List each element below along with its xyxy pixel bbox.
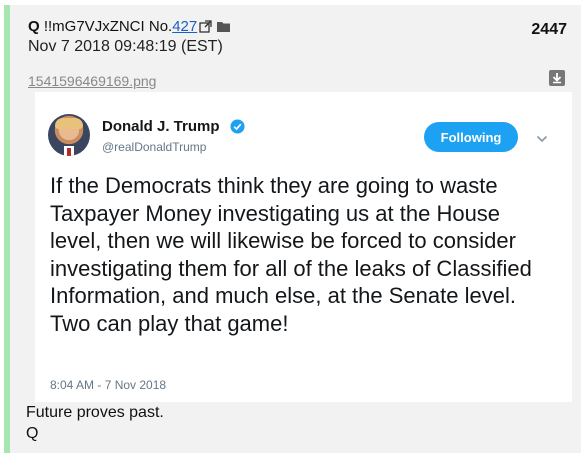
image-filename-link[interactable]: 1541596469169.png <box>28 73 156 89</box>
comment-line-2: Q <box>26 425 39 442</box>
tripcode: !!mG7VJxZNCI <box>43 18 145 35</box>
post-header: Q !!mG7VJxZNCI No.427 <box>28 18 231 38</box>
following-button[interactable]: Following <box>424 122 518 152</box>
tweet-handle: @realDonaldTrump <box>102 140 207 154</box>
external-link-icon[interactable] <box>199 20 212 38</box>
post-number: 2447 <box>531 21 567 38</box>
post-no-label: No. <box>148 18 173 35</box>
tweet-timestamp: 8:04 AM - 7 Nov 2018 <box>50 378 167 392</box>
folder-icon[interactable] <box>216 20 231 38</box>
post-container: Q !!mG7VJxZNCI No.427 2447 Nov 7 2018 09… <box>4 5 581 453</box>
tweet-image: Donald J. Trump @realDonaldTrump Followi… <box>35 92 572 402</box>
download-icon[interactable] <box>549 70 565 86</box>
comment-line-1: Future proves past. <box>26 404 164 421</box>
post-no-link[interactable]: 427 <box>172 18 197 35</box>
post-comment: Future proves past. Q <box>26 402 164 444</box>
post-datetime: Nov 7 2018 09:48:19 (EST) <box>28 38 223 55</box>
avatar <box>48 114 90 156</box>
tweet-display-name: Donald J. Trump <box>102 118 220 135</box>
tweet-text: If the Democrats think they are going to… <box>50 173 532 336</box>
chevron-down-icon[interactable] <box>536 130 548 148</box>
author-name: Q <box>28 18 40 35</box>
verified-badge-icon <box>230 119 245 139</box>
